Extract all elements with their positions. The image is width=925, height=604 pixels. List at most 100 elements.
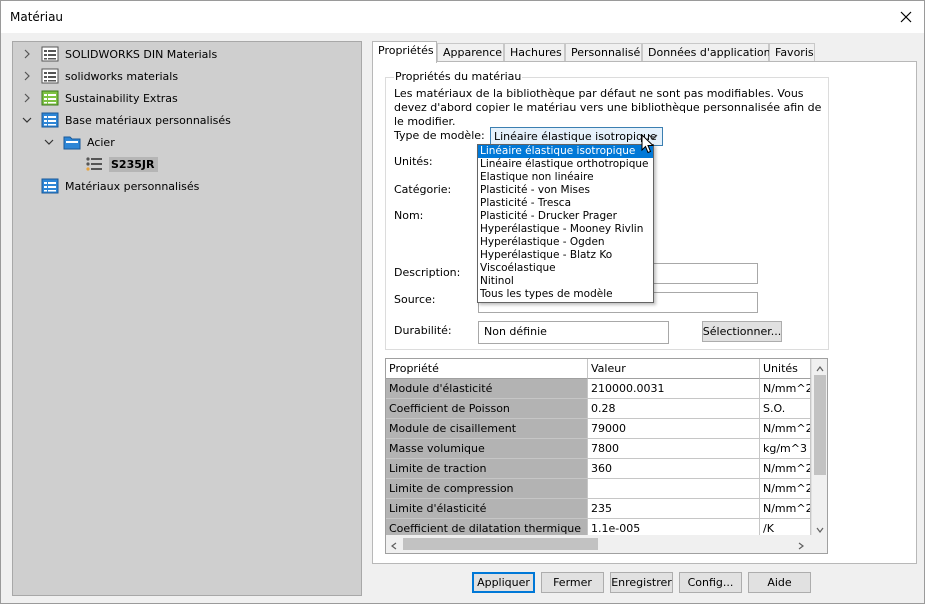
property-name: Coefficient de Poisson bbox=[386, 399, 588, 419]
chevron-down-icon[interactable] bbox=[43, 136, 55, 148]
property-name: Module de cisaillement bbox=[386, 419, 588, 439]
tree-item-label: SOLIDWORKS DIN Materials bbox=[65, 47, 218, 61]
property-value[interactable]: 210000.0031 bbox=[588, 379, 760, 399]
source-label: Source: bbox=[394, 293, 436, 306]
blue-library-icon bbox=[41, 111, 59, 129]
table-row[interactable]: Limite de compression N/mm^2 bbox=[386, 479, 811, 499]
close-button[interactable]: Fermer bbox=[541, 572, 604, 593]
dropdown-option[interactable]: Plasticité - Tresca bbox=[478, 197, 653, 210]
table-row[interactable]: Module d'élasticité 210000.0031 N/mm^2 bbox=[386, 379, 811, 399]
tree-item-solidworks-materials[interactable]: solidworks materials bbox=[21, 66, 178, 86]
tab-personnalise[interactable]: Personnalisé bbox=[565, 43, 642, 62]
select-button[interactable]: Sélectionner... bbox=[702, 321, 782, 342]
units-label: Unités: bbox=[394, 155, 433, 168]
tree-item-label: Sustainability Extras bbox=[65, 91, 178, 105]
category-label: Catégorie: bbox=[394, 183, 452, 196]
property-value[interactable]: 235 bbox=[588, 499, 760, 519]
dropdown-option[interactable]: Plasticité - von Mises bbox=[478, 184, 653, 197]
close-icon[interactable] bbox=[894, 5, 918, 29]
window-title: Matériau bbox=[10, 10, 64, 24]
table-row[interactable]: Module de cisaillement 79000 N/mm^2 bbox=[386, 419, 811, 439]
scroll-corner bbox=[811, 535, 827, 553]
tab-proprietes[interactable]: Propriétés bbox=[372, 41, 437, 63]
chevron-right-icon[interactable] bbox=[21, 92, 33, 104]
tree-item-label: solidworks materials bbox=[65, 69, 179, 83]
tree-item-label: Base matériaux personnalisés bbox=[65, 113, 231, 127]
scroll-left-icon[interactable] bbox=[391, 540, 397, 553]
horizontal-scrollbar[interactable] bbox=[386, 535, 811, 553]
property-units: N/mm^2 bbox=[760, 459, 811, 479]
tab-favoris[interactable]: Favoris bbox=[769, 43, 815, 62]
tree-item-s235jr[interactable]: S235JR bbox=[85, 154, 159, 174]
table-row[interactable]: Masse volumique 7800 kg/m^3 bbox=[386, 439, 811, 459]
green-library-icon bbox=[41, 89, 59, 107]
chevron-right-icon[interactable] bbox=[21, 48, 33, 60]
material-library-tree[interactable]: SOLIDWORKS DIN Materials solidworks mate… bbox=[12, 41, 362, 596]
property-units: N/mm^2 bbox=[760, 479, 811, 499]
column-header-property[interactable]: Propriété bbox=[386, 359, 588, 379]
durability-label: Durabilité: bbox=[394, 324, 452, 337]
table-row[interactable]: Limite d'élasticité 235 N/mm^2 bbox=[386, 499, 811, 519]
dropdown-option[interactable]: Tous les types de modèle bbox=[478, 288, 653, 301]
dropdown-option[interactable]: Elastique non linéaire bbox=[478, 171, 653, 184]
dropdown-option[interactable]: Hyperélastique - Mooney Rivlin bbox=[478, 223, 653, 236]
column-header-units[interactable]: Unités bbox=[760, 359, 811, 379]
save-button[interactable]: Enregistrer bbox=[610, 572, 673, 593]
property-units: kg/m^3 bbox=[760, 439, 811, 459]
info-text: Les matériaux de la bibliothèque par déf… bbox=[394, 87, 822, 128]
apply-button[interactable]: Appliquer bbox=[472, 572, 535, 593]
name-label: Nom: bbox=[394, 209, 424, 222]
help-button[interactable]: Aide bbox=[748, 572, 811, 593]
tree-item-solidworks-din[interactable]: SOLIDWORKS DIN Materials bbox=[21, 44, 217, 64]
dropdown-option[interactable]: Nitinol bbox=[478, 275, 653, 288]
model-type-value: Linéaire élastique isotropique bbox=[494, 130, 657, 143]
property-value[interactable]: 0.28 bbox=[588, 399, 760, 419]
vertical-scroll-thumb[interactable] bbox=[814, 375, 826, 475]
property-value[interactable] bbox=[588, 479, 760, 499]
property-units: N/mm^2 bbox=[760, 419, 811, 439]
description-label: Description: bbox=[394, 266, 461, 279]
properties-table[interactable]: Propriété Valeur Unités Module d'élastic… bbox=[385, 358, 828, 554]
dropdown-option[interactable]: Hyperélastique - Blatz Ko bbox=[478, 249, 653, 262]
property-name: Masse volumique bbox=[386, 439, 588, 459]
tree-item-acier[interactable]: Acier bbox=[43, 132, 115, 152]
title-bar: Matériau bbox=[1, 1, 924, 33]
mouse-pointer-icon bbox=[641, 133, 655, 157]
dropdown-option[interactable]: Linéaire élastique orthotropique bbox=[478, 158, 653, 171]
group-title: Propriétés du matériau bbox=[394, 70, 523, 83]
chevron-down-icon[interactable] bbox=[21, 114, 33, 126]
tree-item-custom-base[interactable]: Base matériaux personnalisés bbox=[21, 110, 231, 130]
horizontal-scroll-thumb[interactable] bbox=[403, 538, 598, 550]
tab-apparence[interactable]: Apparence bbox=[437, 43, 504, 62]
property-name: Limite de compression bbox=[386, 479, 588, 499]
dropdown-option[interactable]: Linéaire élastique isotropique bbox=[478, 145, 653, 158]
tree-item-label: S235JR bbox=[109, 156, 159, 172]
dropdown-option[interactable]: Hyperélastique - Ogden bbox=[478, 236, 653, 249]
tree-item-label: Matériaux personnalisés bbox=[65, 179, 200, 193]
chevron-right-icon[interactable] bbox=[21, 70, 33, 82]
property-name: Module d'élasticité bbox=[386, 379, 588, 399]
property-name: Limite d'élasticité bbox=[386, 499, 588, 519]
tab-donnees-application[interactable]: Données d'application bbox=[642, 43, 771, 62]
tree-item-sustainability-extras[interactable]: Sustainability Extras bbox=[21, 88, 178, 108]
table-row[interactable]: Limite de traction 360 N/mm^2 bbox=[386, 459, 811, 479]
config-button[interactable]: Config... bbox=[679, 572, 742, 593]
property-value[interactable]: 360 bbox=[588, 459, 760, 479]
table-row[interactable]: Coefficient de Poisson 0.28 S.O. bbox=[386, 399, 811, 419]
dropdown-option[interactable]: Viscoélastique bbox=[478, 262, 653, 275]
property-value[interactable]: 7800 bbox=[588, 439, 760, 459]
column-header-value[interactable]: Valeur bbox=[588, 359, 760, 379]
property-value[interactable]: 79000 bbox=[588, 419, 760, 439]
scroll-right-icon[interactable] bbox=[798, 540, 804, 553]
tree-item-custom-materials[interactable]: Matériaux personnalisés bbox=[41, 176, 199, 196]
vertical-scrollbar[interactable] bbox=[811, 359, 827, 535]
tab-hachures[interactable]: Hachures bbox=[504, 43, 565, 62]
model-type-dropdown-list[interactable]: Linéaire élastique isotropique Linéaire … bbox=[477, 144, 654, 303]
model-type-label: Type de modèle: bbox=[394, 129, 485, 142]
scroll-up-icon[interactable] bbox=[816, 362, 824, 375]
dropdown-option[interactable]: Plasticité - Drucker Prager bbox=[478, 210, 653, 223]
library-icon bbox=[41, 45, 59, 63]
property-units: N/mm^2 bbox=[760, 499, 811, 519]
table-header: Propriété Valeur Unités bbox=[386, 359, 811, 379]
material-dialog: Matériau SOLIDWORKS DIN Materials solidw… bbox=[0, 0, 925, 604]
